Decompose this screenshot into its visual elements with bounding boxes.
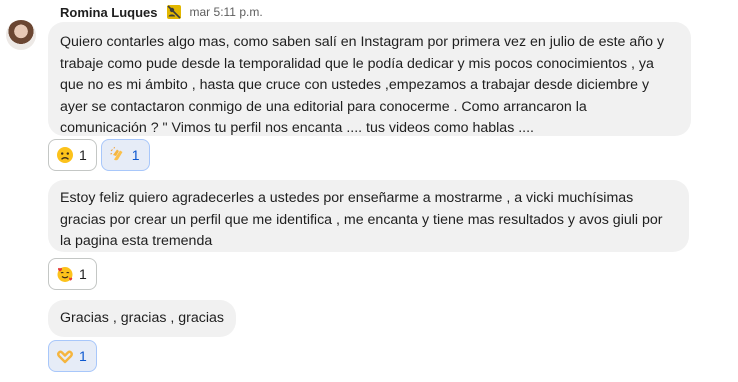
reaction-count: 1 — [79, 348, 87, 364]
message-bubble[interactable]: Quiero contarles algo mas, como saben sa… — [48, 22, 691, 136]
message-text-line: gracias por crear un perfil que me ident… — [60, 211, 663, 228]
message-text-line: comunicación ? " Vimos tu perfil nos enc… — [60, 120, 534, 137]
reaction-count: 1 — [79, 147, 87, 163]
heart-hands-icon — [57, 350, 73, 364]
smiling-face-with-hearts-icon — [57, 267, 73, 282]
reaction-count: 1 — [131, 147, 140, 163]
message-timestamp: mar 5:11 p.m. — [189, 5, 263, 19]
message-text-line: que no es mi ámbito , hasta que cruce co… — [60, 77, 650, 94]
sender-name[interactable]: Romina Luques — [60, 5, 158, 20]
reaction-bar: 1 1 — [48, 139, 150, 171]
message-text-line: Estoy feliz quiero agradecerles a ustede… — [60, 190, 634, 206]
reaction-chip-clap[interactable]: 1 — [100, 139, 150, 171]
message-text-line: la pagina esta tremenda — [60, 233, 213, 250]
reaction-chip-hearts[interactable]: 1 — [48, 258, 97, 290]
message-bubble[interactable]: Gracias , gracias , gracias — [48, 300, 236, 337]
message-header: Romina Luques mar 5:11 p.m. — [60, 3, 263, 21]
message-text-line: trabaje como pude desde la temporalidad … — [60, 55, 654, 72]
message-bubble[interactable]: Estoy feliz quiero agradecerles a ustede… — [48, 180, 689, 252]
reaction-chip-heart-hands[interactable]: 1 — [48, 340, 97, 372]
reaction-chip-worried[interactable]: 1 — [48, 139, 97, 171]
reaction-bar: 1 — [48, 340, 97, 372]
reaction-count: 1 — [79, 266, 87, 282]
avatar[interactable] — [6, 20, 36, 50]
message-text-line: Gracias , gracias , gracias — [60, 310, 225, 326]
worried-face-icon — [57, 147, 73, 163]
chat-thread: Romina Luques mar 5:11 p.m. Quiero conta… — [0, 0, 738, 382]
reaction-bar: 1 — [48, 258, 97, 290]
external-user-badge-icon — [166, 4, 182, 20]
message-text-line: Quiero contarles algo mas, como saben sa… — [60, 34, 665, 50]
clapping-hands-icon — [110, 146, 123, 161]
message-text-line: ayer se contactaron conmigo de una edito… — [60, 98, 587, 115]
